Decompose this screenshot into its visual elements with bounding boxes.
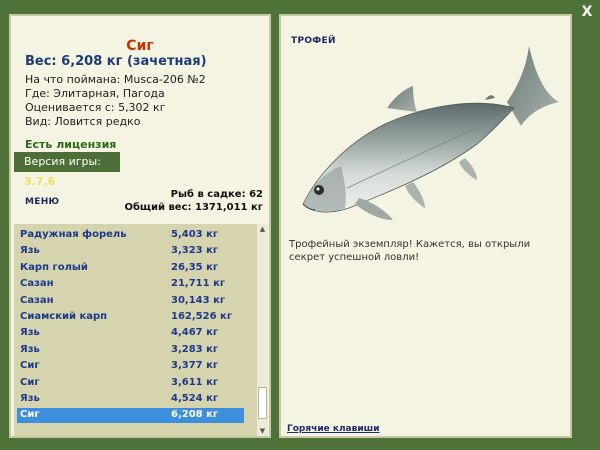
fish-row-name: Сиамский карп — [20, 311, 108, 322]
fish-row-name: Язь — [20, 393, 40, 404]
total-weight: Общий вес: 1371,011 кг — [124, 202, 263, 213]
fish-row-weight: 30,143 кг — [171, 294, 226, 306]
fish-row-name: Сиг — [20, 409, 40, 421]
version-value: 3.7.6 — [24, 175, 56, 188]
license-status: Есть лицензия — [25, 138, 117, 151]
fish-list-row[interactable]: Сазан 30,143 кг — [17, 294, 244, 309]
fish-row-name: Радужная форель — [20, 229, 127, 240]
version-badge: Версия игры: 3.7.6 — [14, 152, 120, 188]
scroll-down-icon[interactable]: ▼ — [257, 426, 268, 436]
fish-row-weight: 6,208 кг — [171, 409, 219, 421]
trophy-description: Трофейный экземпляр! Кажется, вы открыли… — [289, 239, 531, 263]
fish-weight: Вес: 6,208 кг (зачетная) — [25, 54, 207, 69]
fish-list-row[interactable]: Карп голый 26,35 кг — [17, 261, 244, 276]
trophy-panel: ТРОФЕЙ Трофейный экземпляр! Кажется, вы … — [279, 14, 572, 438]
fish-row-weight: 4,524 кг — [171, 393, 219, 404]
fish-row-weight: 162,526 кг — [171, 311, 233, 322]
scroll-up-icon[interactable]: ▲ — [257, 224, 268, 234]
fish-list[interactable]: Сиг 6,208 кг Язь 4,524 кг Сиг 3,611 кг Сиг 3,37… — [14, 224, 268, 436]
fish-row-weight: 4,467 кг — [171, 327, 219, 339]
location-info: Где: Элитарная, Пагода — [25, 87, 165, 100]
kind-info: Вид: Ловится редко — [25, 115, 141, 128]
valued-info: Оценивается с: 5,302 кг — [25, 101, 166, 114]
fish-row-name: Карп голый — [20, 261, 88, 273]
fish-row-weight: 3,283 кг — [171, 343, 219, 355]
catch-info-panel: Сиг Вес: 6,208 кг (зачетная) На что пойм… — [9, 14, 271, 438]
fish-row-weight: 21,711 кг — [171, 278, 226, 290]
scroll-thumb[interactable] — [258, 387, 267, 419]
fish-list-row[interactable]: Сиг 6,208 кг — [17, 408, 244, 424]
fish-row-weight: 3,377 кг — [171, 360, 219, 372]
fish-row-name: Сиг — [20, 376, 40, 388]
fish-row-weight: 3,323 кг — [171, 245, 219, 257]
fish-row-weight: 3,611 кг — [171, 376, 219, 388]
hotkeys-link[interactable]: Горячие клавиши — [287, 424, 380, 434]
fish-list-row[interactable]: Язь 3,283 кг — [17, 343, 244, 358]
fish-count: Рыб в садке: 62 — [170, 189, 263, 200]
fish-row-name: Язь — [20, 343, 40, 355]
catch-stats: Рыб в садке: 62 Общий вес: 1371,011 кг — [124, 188, 263, 214]
fish-list-row[interactable]: Сиг 3,611 кг — [17, 376, 244, 391]
close-button[interactable]: X — [578, 3, 596, 21]
version-label: Версия игры: — [24, 155, 101, 168]
fish-row-weight: 5,403 кг — [171, 229, 219, 240]
fish-list-row[interactable]: Сазан 21,711 кг — [17, 277, 244, 292]
fish-list-row[interactable]: Сиамский карп 162,526 кг — [17, 310, 244, 325]
fish-list-row[interactable]: Радужная форель 5,403 кг — [17, 228, 244, 243]
fish-row-weight: 26,35 кг — [171, 261, 219, 273]
fish-list-scrollbar[interactable]: ▲ ▼ — [257, 224, 268, 436]
menu-button[interactable]: МЕНЮ — [25, 197, 59, 207]
fish-list-row[interactable]: Язь 3,323 кг — [17, 244, 244, 259]
fish-list-row[interactable]: Язь 4,467 кг — [17, 326, 244, 341]
fish-row-name: Язь — [20, 245, 40, 257]
fish-row-name: Сазан — [20, 278, 54, 290]
fish-list-row[interactable]: Сиг 3,377 кг — [17, 359, 244, 374]
fish-list-row[interactable]: Язь 4,524 кг — [17, 392, 244, 407]
whitefish-image — [302, 46, 559, 220]
fish-row-name: Сиг — [20, 360, 40, 372]
fish-row-name: Сазан — [20, 294, 54, 306]
fish-name: Сиг — [126, 38, 154, 54]
bait-info: На что поймана: Musca-206 №2 — [25, 73, 206, 86]
fish-row-name: Язь — [20, 327, 40, 339]
